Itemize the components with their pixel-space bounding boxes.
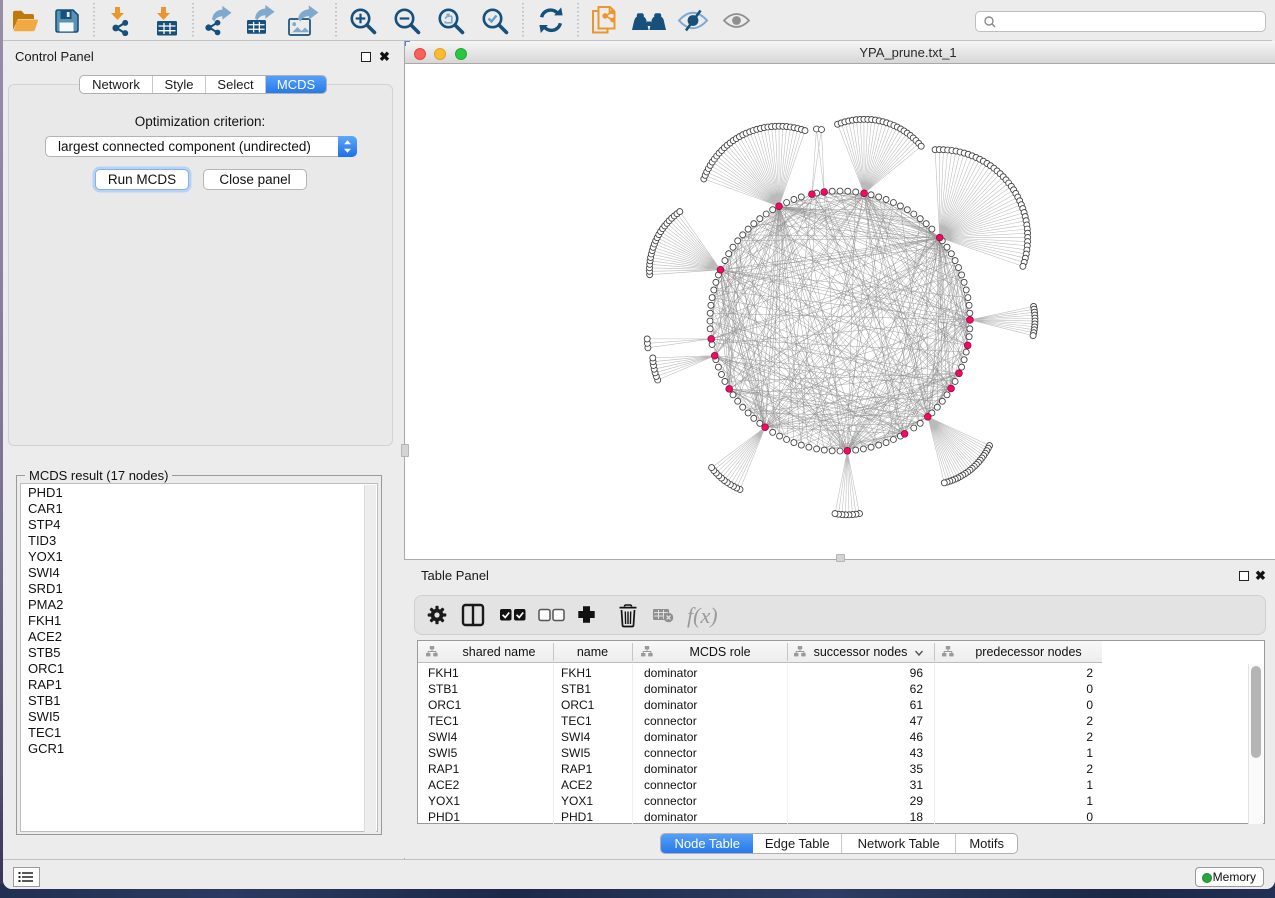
- svg-text:f(x): f(x): [687, 603, 718, 628]
